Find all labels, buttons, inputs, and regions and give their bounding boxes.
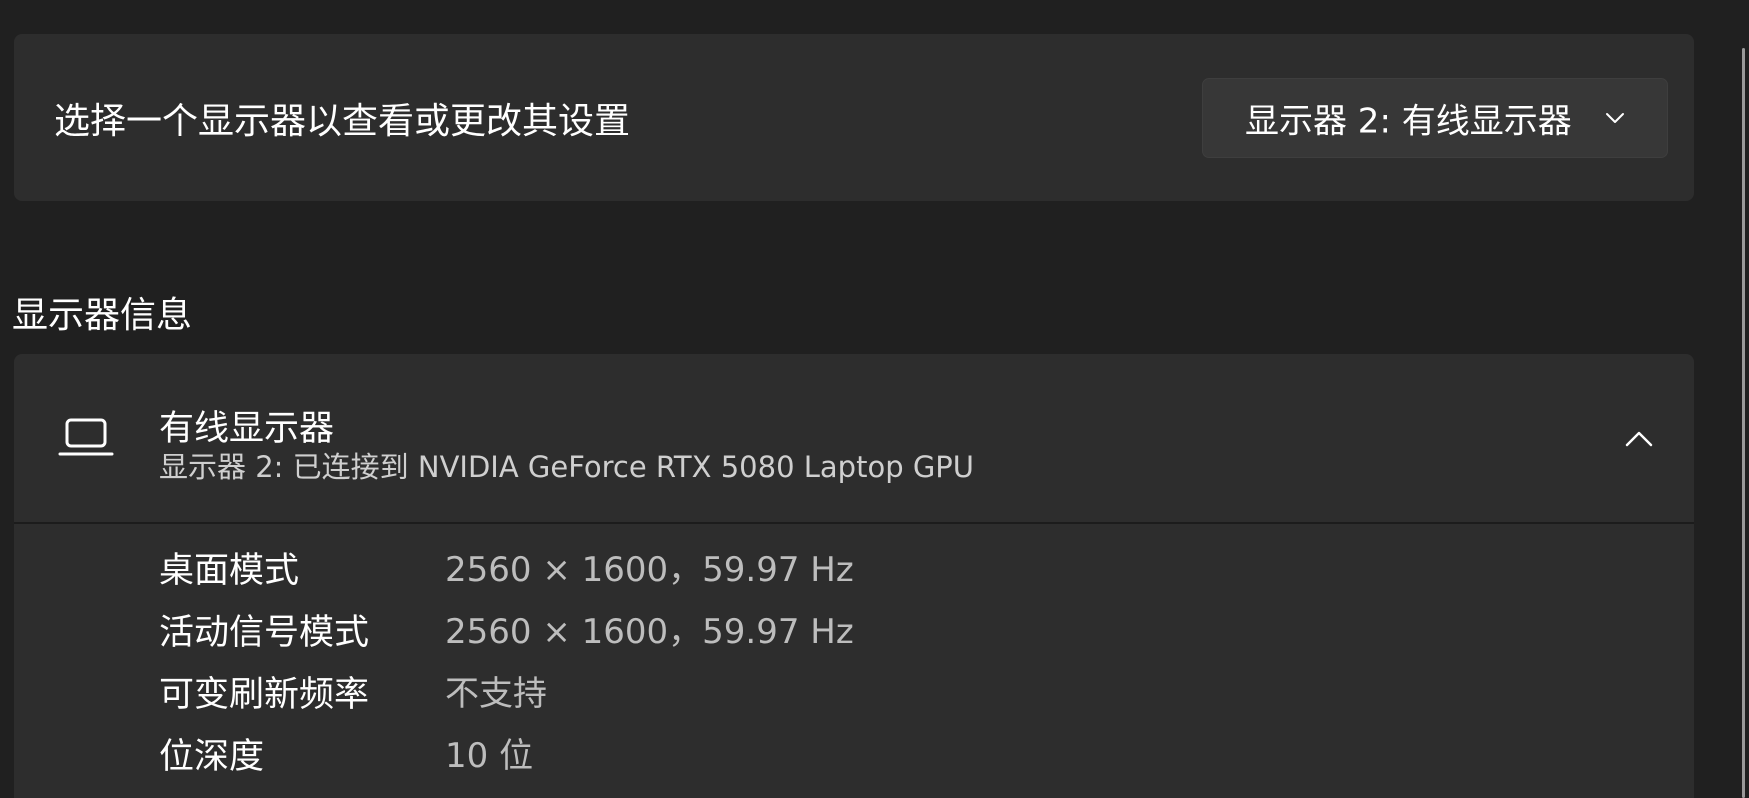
info-row-value: 2560 × 1600，59.97 Hz <box>445 550 854 590</box>
display-settings-page: 选择一个显示器以查看或更改其设置 显示器 2: 有线显示器 显示器信息 有线显示… <box>0 0 1749 798</box>
laptop-icon <box>58 418 114 456</box>
info-row-value: 10 位 <box>445 736 534 776</box>
display-dropdown[interactable]: 显示器 2: 有线显示器 <box>1202 78 1668 158</box>
info-row-label: 位深度 <box>159 737 265 777</box>
chevron-down-icon <box>1606 113 1624 123</box>
display-dropdown-value: 显示器 2: 有线显示器 <box>1245 101 1572 142</box>
info-row-label: 活动信号模式 <box>159 613 370 653</box>
display-info-header[interactable]: 有线显示器 显示器 2: 已连接到 NVIDIA GeForce RTX 508… <box>14 354 1694 522</box>
info-row-label: 可变刷新频率 <box>159 675 370 715</box>
display-select-card: 选择一个显示器以查看或更改其设置 显示器 2: 有线显示器 <box>14 34 1694 201</box>
info-row-label: 桌面模式 <box>159 551 300 591</box>
display-info-card: 有线显示器 显示器 2: 已连接到 NVIDIA GeForce RTX 508… <box>14 354 1694 798</box>
info-row-desktop-mode: 桌面模式 2560 × 1600，59.97 Hz <box>159 542 1059 604</box>
scrollbar[interactable] <box>1742 48 1745 798</box>
header-divider <box>14 522 1694 524</box>
info-row-active-signal-mode: 活动信号模式 2560 × 1600，59.97 Hz <box>159 604 1059 666</box>
info-row-variable-refresh-rate: 可变刷新频率 不支持 <box>159 666 1059 728</box>
section-title-display-info: 显示器信息 <box>12 295 193 336</box>
device-subtitle: 显示器 2: 已连接到 NVIDIA GeForce RTX 5080 Lapt… <box>159 450 975 484</box>
info-row-value: 不支持 <box>445 674 547 714</box>
display-select-title: 选择一个显示器以查看或更改其设置 <box>54 100 631 142</box>
display-info-rows: 桌面模式 2560 × 1600，59.97 Hz 活动信号模式 2560 × … <box>159 542 1059 790</box>
info-row-bit-depth: 位深度 10 位 <box>159 728 1059 790</box>
chevron-up-icon[interactable] <box>1624 424 1654 454</box>
info-row-value: 2560 × 1600，59.97 Hz <box>445 612 854 652</box>
